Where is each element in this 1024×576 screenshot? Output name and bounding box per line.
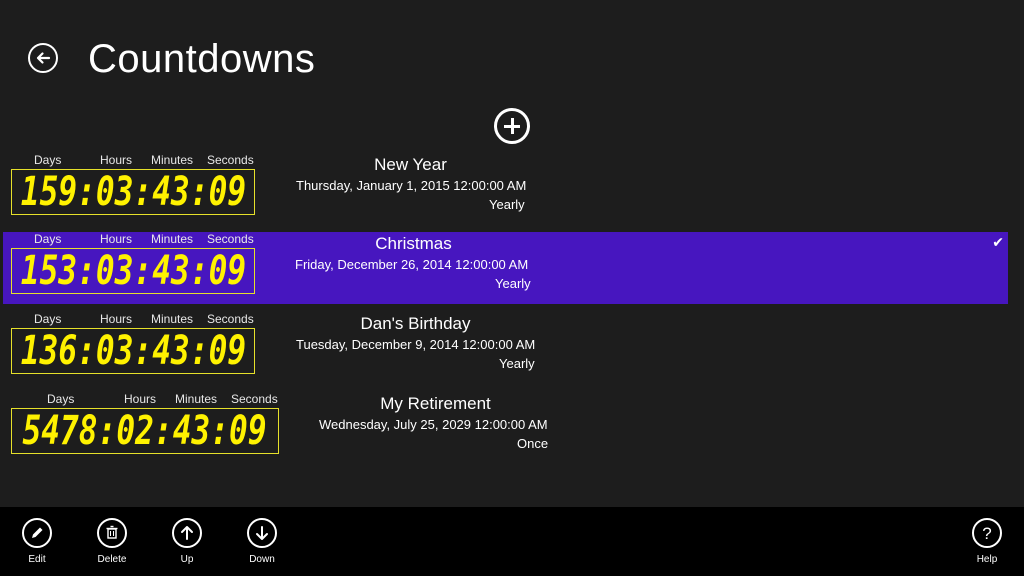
checkmark-icon: ✔	[992, 235, 1004, 251]
countdown-name: New Year	[374, 155, 447, 174]
seconds-label: Seconds	[207, 312, 254, 326]
days-label: Days	[34, 312, 62, 326]
unit-labels: Days Hours Minutes Seconds	[11, 153, 256, 167]
countdown-timer: 153:03:43:09	[20, 248, 246, 294]
up-button[interactable]: Up	[157, 518, 217, 565]
delete-label: Delete	[97, 554, 127, 565]
countdown-name: My Retirement	[380, 394, 491, 413]
countdown-date: Wednesday, July 25, 2029 12:00:00 AM	[319, 417, 548, 432]
seconds-label: Seconds	[231, 392, 278, 406]
days-label: Days	[34, 153, 62, 167]
delete-button[interactable]: Delete	[82, 518, 142, 565]
days-label: Days	[47, 392, 75, 406]
countdown-timer-display: 153:03:43:09	[11, 248, 255, 294]
up-label: Up	[180, 554, 194, 565]
pencil-icon	[32, 527, 43, 538]
arrow-down-icon	[256, 526, 268, 540]
countdowns-page: Countdowns Days Hours Minutes Seconds 15…	[0, 0, 1024, 576]
countdown-repeat: Yearly	[489, 197, 525, 212]
countdown-repeat: Yearly	[495, 276, 531, 291]
countdown-row[interactable]: Days Hours Minutes Seconds 5478:02:43:09…	[3, 392, 1008, 464]
countdown-repeat: Yearly	[499, 356, 535, 371]
countdown-timer: 159:03:43:09	[20, 169, 246, 215]
countdown-name: Christmas	[375, 234, 452, 253]
countdown-date: Friday, December 26, 2014 12:00:00 AM	[295, 257, 529, 272]
countdown-timer: 136:03:43:09	[20, 328, 246, 374]
countdown-timer-display: 159:03:43:09	[11, 169, 255, 215]
page-title: Countdowns	[88, 37, 316, 81]
minutes-label: Minutes	[151, 153, 194, 167]
unit-labels: Days Hours Minutes Seconds	[11, 392, 283, 406]
countdown-date: Tuesday, December 9, 2014 12:00:00 AM	[296, 337, 536, 352]
back-button[interactable]	[28, 43, 58, 73]
down-label: Down	[249, 554, 275, 565]
unit-labels: Days Hours Minutes Seconds	[11, 312, 256, 326]
minutes-label: Minutes	[175, 392, 218, 406]
hours-label: Hours	[100, 232, 133, 246]
svg-text:?: ?	[982, 524, 991, 543]
hours-label: Hours	[100, 153, 133, 167]
countdown-repeat: Once	[517, 436, 549, 451]
hours-label: Hours	[124, 392, 157, 406]
seconds-label: Seconds	[207, 153, 254, 167]
down-button[interactable]: Down	[232, 518, 292, 565]
countdown-row[interactable]: Days Hours Minutes Seconds 159:03:43:09 …	[3, 153, 1008, 225]
days-label: Days	[34, 232, 62, 246]
trash-icon	[106, 525, 118, 539]
countdown-timer-display: 5478:02:43:09	[11, 408, 279, 454]
countdown-row-selected[interactable]: Days Hours Minutes Seconds 153:03:43:09 …	[3, 232, 1008, 304]
edit-label: Edit	[28, 554, 46, 565]
edit-button[interactable]: Edit	[7, 518, 67, 565]
countdown-timer-display: 136:03:43:09	[11, 328, 255, 374]
countdown-date: Thursday, January 1, 2015 12:00:00 AM	[296, 178, 527, 193]
seconds-label: Seconds	[207, 232, 254, 246]
help-label: Help	[976, 554, 998, 565]
minutes-label: Minutes	[151, 232, 194, 246]
help-icon: ?	[982, 524, 991, 543]
hours-label: Hours	[100, 312, 133, 326]
unit-labels: Days Hours Minutes Seconds	[11, 232, 256, 246]
countdown-timer: 5478:02:43:09	[22, 408, 268, 454]
arrow-up-icon	[181, 526, 193, 540]
countdown-row[interactable]: Days Hours Minutes Seconds 136:03:43:09 …	[3, 312, 1008, 384]
help-button[interactable]: ? Help	[957, 518, 1017, 565]
back-arrow-icon	[36, 52, 51, 64]
app-bar: Edit Delete Up Down ? Help	[0, 507, 1024, 576]
minutes-label: Minutes	[151, 312, 194, 326]
add-countdown-button[interactable]	[494, 108, 530, 144]
countdown-name: Dan's Birthday	[360, 314, 471, 333]
